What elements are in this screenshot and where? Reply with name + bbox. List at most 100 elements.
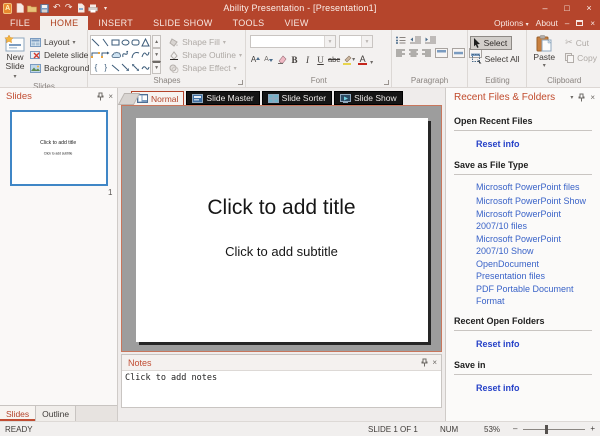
shape-curve-icon[interactable] [140, 49, 150, 62]
shape-ellipse-icon[interactable] [121, 36, 131, 49]
shape-rectangle-icon[interactable] [111, 36, 121, 49]
undo-icon[interactable]: ↶ [52, 2, 61, 14]
options-menu-button[interactable]: Options ▾ [494, 18, 529, 28]
maximize-button[interactable]: □ [556, 0, 578, 16]
font-color-button[interactable]: A [357, 53, 368, 66]
shape-scribble-icon[interactable] [121, 49, 131, 62]
shape-effect-button[interactable]: Shape Effect▾ [167, 62, 244, 74]
tab-slides-view[interactable]: Slides [0, 406, 36, 421]
shape-elbow-connector-icon[interactable] [91, 49, 101, 62]
gallery-up-icon[interactable]: ▲ [152, 35, 161, 48]
qat-customize-chevron-icon[interactable]: ▾ [101, 2, 110, 14]
shape-rounded-rect-icon[interactable] [130, 36, 140, 49]
highlight-color-button[interactable]: ▾ [342, 53, 355, 66]
font-name-chevron-icon[interactable]: ▼ [324, 36, 335, 47]
tab-home[interactable]: HOME [40, 16, 88, 30]
about-button[interactable]: About [536, 18, 558, 28]
shape-diagonal-line-icon[interactable] [111, 61, 121, 74]
pin-icon[interactable] [578, 93, 585, 102]
subtitle-placeholder[interactable]: Click to add subtitle [225, 244, 338, 259]
zoom-slider[interactable]: – + [513, 422, 595, 436]
shape-outline-button[interactable]: Shape Outline▾ [167, 49, 244, 61]
save-in-reset-link[interactable]: Reset info [476, 383, 592, 393]
new-slide-button[interactable]: New Slide ▾ [2, 32, 28, 82]
minimize-button[interactable]: – [534, 0, 556, 16]
delete-slide-button[interactable]: Delete slide [28, 49, 91, 61]
tab-outline-view[interactable]: Outline [36, 406, 76, 421]
background-button[interactable]: Background [28, 62, 91, 74]
link-ppt-files[interactable]: Microsoft PowerPoint files [476, 182, 592, 194]
align-text-middle-button[interactable] [452, 48, 465, 58]
view-tab-slide-master[interactable]: Slide Master [186, 91, 259, 105]
tab-insert[interactable]: INSERT [88, 16, 143, 30]
bold-button[interactable]: B [289, 53, 300, 66]
align-text-top-button[interactable] [435, 48, 448, 58]
notes-input[interactable]: Click to add notes [122, 371, 441, 407]
shape-fill-button[interactable]: Shape Fill▾ [167, 36, 244, 48]
font-size-combo[interactable]: ▼ [339, 35, 373, 48]
shape-elbow-arrow-icon[interactable] [101, 49, 111, 62]
tab-slide-show[interactable]: SLIDE SHOW [143, 16, 223, 30]
strikethrough-button[interactable]: abc [328, 53, 340, 66]
link-ppt-2007-show[interactable]: Microsoft PowerPoint 2007/10 Show [476, 234, 592, 257]
shapes-dialog-launcher-icon[interactable] [238, 80, 243, 85]
shape-arrow-line-icon[interactable] [121, 61, 131, 74]
zoom-in-button[interactable]: + [590, 424, 595, 433]
open-recent-reset-link[interactable]: Reset info [476, 139, 592, 149]
gallery-more-icon[interactable]: ▼ [152, 61, 161, 74]
shape-cloud-icon[interactable] [111, 49, 121, 62]
bullet-list-button[interactable] [396, 36, 406, 44]
shape-freeform-icon[interactable] [140, 61, 150, 74]
recent-folders-reset-link[interactable]: Reset info [476, 339, 592, 349]
doc-close-button[interactable]: × [590, 19, 595, 28]
copy-button[interactable]: Copy [563, 52, 599, 64]
link-opendocument[interactable]: OpenDocument Presentation files [476, 259, 592, 282]
grow-font-button[interactable]: A [250, 53, 261, 66]
link-ppt-2007-files[interactable]: Microsoft PowerPoint 2007/10 files [476, 209, 592, 232]
shape-left-brace-icon[interactable]: { [91, 61, 101, 74]
increase-indent-button[interactable] [425, 36, 436, 44]
notes-panel-close-icon[interactable]: × [432, 358, 437, 367]
align-left-button[interactable] [396, 49, 405, 57]
font-size-chevron-icon[interactable]: ▼ [361, 36, 372, 47]
print-icon[interactable] [88, 2, 98, 14]
italic-button[interactable]: I [302, 53, 313, 66]
shapes-gallery[interactable]: { } [90, 35, 151, 75]
doc-minimize-button[interactable]: – [565, 19, 569, 28]
export-icon[interactable] [76, 2, 85, 14]
align-right-button[interactable] [422, 49, 431, 57]
link-pdf[interactable]: PDF Portable Document Format [476, 284, 592, 307]
paste-button[interactable]: Paste ▾ [529, 35, 559, 76]
tab-tools[interactable]: TOOLS [223, 16, 275, 30]
font-name-combo[interactable]: ▼ [250, 35, 336, 48]
app-icon[interactable]: A [3, 3, 12, 14]
zoom-slider-track[interactable] [523, 429, 585, 430]
zoom-out-button[interactable]: – [513, 424, 517, 433]
close-button[interactable]: × [578, 0, 600, 16]
title-placeholder[interactable]: Click to add title [207, 196, 355, 220]
clear-formatting-button[interactable] [276, 53, 287, 66]
open-folder-icon[interactable] [27, 2, 37, 14]
decrease-indent-button[interactable] [410, 36, 421, 44]
pin-icon[interactable] [421, 358, 428, 367]
slide-thumbnail-1[interactable]: Click to add title Click to add subtitle [10, 110, 108, 186]
view-tab-slide-sorter[interactable]: Slide Sorter [262, 91, 332, 105]
shape-line2-icon[interactable] [101, 36, 111, 49]
shape-right-brace-icon[interactable]: } [101, 61, 111, 74]
recent-panel-chevron-icon[interactable]: ▾ [570, 94, 573, 101]
save-icon[interactable] [40, 2, 49, 14]
slides-panel-close-icon[interactable]: × [108, 92, 113, 101]
doc-restore-button[interactable] [576, 20, 583, 26]
shape-arc-icon[interactable] [130, 49, 140, 62]
font-color-chevron-icon[interactable]: ▾ [370, 59, 373, 66]
zoom-slider-thumb[interactable] [545, 425, 548, 434]
shape-double-arrow-icon[interactable] [130, 61, 140, 74]
recent-panel-close-icon[interactable]: × [590, 93, 595, 102]
align-center-button[interactable] [409, 49, 418, 57]
view-tab-slide-show[interactable]: Slide Show [334, 91, 403, 105]
redo-icon[interactable]: ↷ [64, 2, 73, 14]
link-ppt-show[interactable]: Microsoft PowerPoint Show [476, 196, 592, 208]
font-dialog-launcher-icon[interactable] [384, 80, 389, 85]
gallery-down-icon[interactable]: ▼ [152, 48, 161, 61]
slide-editing-surface[interactable]: Click to add title Click to add subtitle [136, 118, 428, 342]
